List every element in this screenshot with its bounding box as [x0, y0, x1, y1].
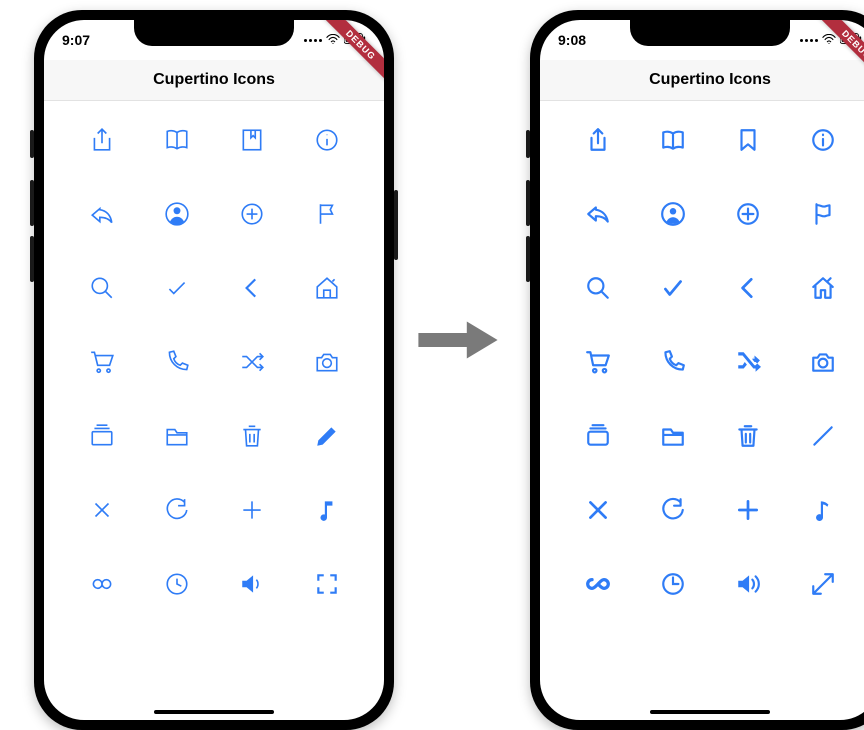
nav-bar: Cupertino Icons — [44, 60, 384, 101]
screen-right: DEBUG 9:08 Cupertino Icons — [540, 20, 864, 720]
add-circle-icon[interactable] — [237, 199, 267, 229]
bookmark-icon[interactable] — [237, 125, 267, 155]
chevron-left-icon[interactable] — [237, 273, 267, 303]
fullscreen-icon[interactable] — [808, 569, 838, 599]
page-title: Cupertino Icons — [649, 71, 771, 89]
fullscreen-icon[interactable] — [312, 569, 342, 599]
home-icon[interactable] — [808, 273, 838, 303]
person-circle-icon[interactable] — [658, 199, 688, 229]
shuffle-icon[interactable] — [733, 347, 763, 377]
notch — [134, 20, 294, 46]
clear-icon[interactable] — [87, 495, 117, 525]
book-icon[interactable] — [658, 125, 688, 155]
device-frame-left: DEBUG 9:07 Cupertino Icons — [34, 10, 394, 730]
bookmark-icon[interactable] — [733, 125, 763, 155]
collections-icon[interactable] — [87, 421, 117, 451]
icon-grid-left — [44, 101, 384, 599]
check-icon[interactable] — [658, 273, 688, 303]
cellular-icon — [800, 39, 818, 42]
phone-icon[interactable] — [658, 347, 688, 377]
check-icon[interactable] — [162, 273, 192, 303]
camera-icon[interactable] — [312, 347, 342, 377]
add-circle-icon[interactable] — [733, 199, 763, 229]
collections-icon[interactable] — [583, 421, 613, 451]
wifi-icon — [822, 33, 836, 47]
book-icon[interactable] — [162, 125, 192, 155]
cart-icon[interactable] — [87, 347, 117, 377]
transition-arrow-icon — [408, 310, 508, 370]
wifi-icon — [326, 33, 340, 47]
add-icon[interactable] — [733, 495, 763, 525]
home-indicator — [650, 710, 770, 714]
pencil-icon[interactable] — [312, 421, 342, 451]
info-icon[interactable] — [312, 125, 342, 155]
loop-icon[interactable] — [583, 569, 613, 599]
delete-icon[interactable] — [237, 421, 267, 451]
info-icon[interactable] — [808, 125, 838, 155]
time-icon[interactable] — [658, 569, 688, 599]
delete-icon[interactable] — [733, 421, 763, 451]
add-icon[interactable] — [237, 495, 267, 525]
share-icon[interactable] — [583, 125, 613, 155]
reply-icon[interactable] — [87, 199, 117, 229]
chevron-left-icon[interactable] — [733, 273, 763, 303]
loop-icon[interactable] — [87, 569, 117, 599]
time-icon[interactable] — [162, 569, 192, 599]
search-icon[interactable] — [583, 273, 613, 303]
home-icon[interactable] — [312, 273, 342, 303]
reply-icon[interactable] — [583, 199, 613, 229]
device-frame-right: DEBUG 9:08 Cupertino Icons — [530, 10, 864, 730]
person-circle-icon[interactable] — [162, 199, 192, 229]
clear-icon[interactable] — [583, 495, 613, 525]
music-note-icon[interactable] — [808, 495, 838, 525]
folder-icon[interactable] — [658, 421, 688, 451]
refresh-icon[interactable] — [658, 495, 688, 525]
nav-bar: Cupertino Icons — [540, 60, 864, 101]
shuffle-icon[interactable] — [237, 347, 267, 377]
flag-icon[interactable] — [808, 199, 838, 229]
clock: 9:08 — [558, 32, 586, 48]
volume-up-icon[interactable] — [237, 569, 267, 599]
music-note-icon[interactable] — [312, 495, 342, 525]
refresh-icon[interactable] — [162, 495, 192, 525]
camera-icon[interactable] — [808, 347, 838, 377]
search-icon[interactable] — [87, 273, 117, 303]
cart-icon[interactable] — [583, 347, 613, 377]
cellular-icon — [304, 39, 322, 42]
notch — [630, 20, 790, 46]
icon-grid-right — [540, 101, 864, 599]
flag-icon[interactable] — [312, 199, 342, 229]
clock: 9:07 — [62, 32, 90, 48]
home-indicator — [154, 710, 274, 714]
page-title: Cupertino Icons — [153, 71, 275, 89]
share-icon[interactable] — [87, 125, 117, 155]
folder-icon[interactable] — [162, 421, 192, 451]
phone-icon[interactable] — [162, 347, 192, 377]
screen-left: DEBUG 9:07 Cupertino Icons — [44, 20, 384, 720]
pencil-icon[interactable] — [808, 421, 838, 451]
volume-up-icon[interactable] — [733, 569, 763, 599]
